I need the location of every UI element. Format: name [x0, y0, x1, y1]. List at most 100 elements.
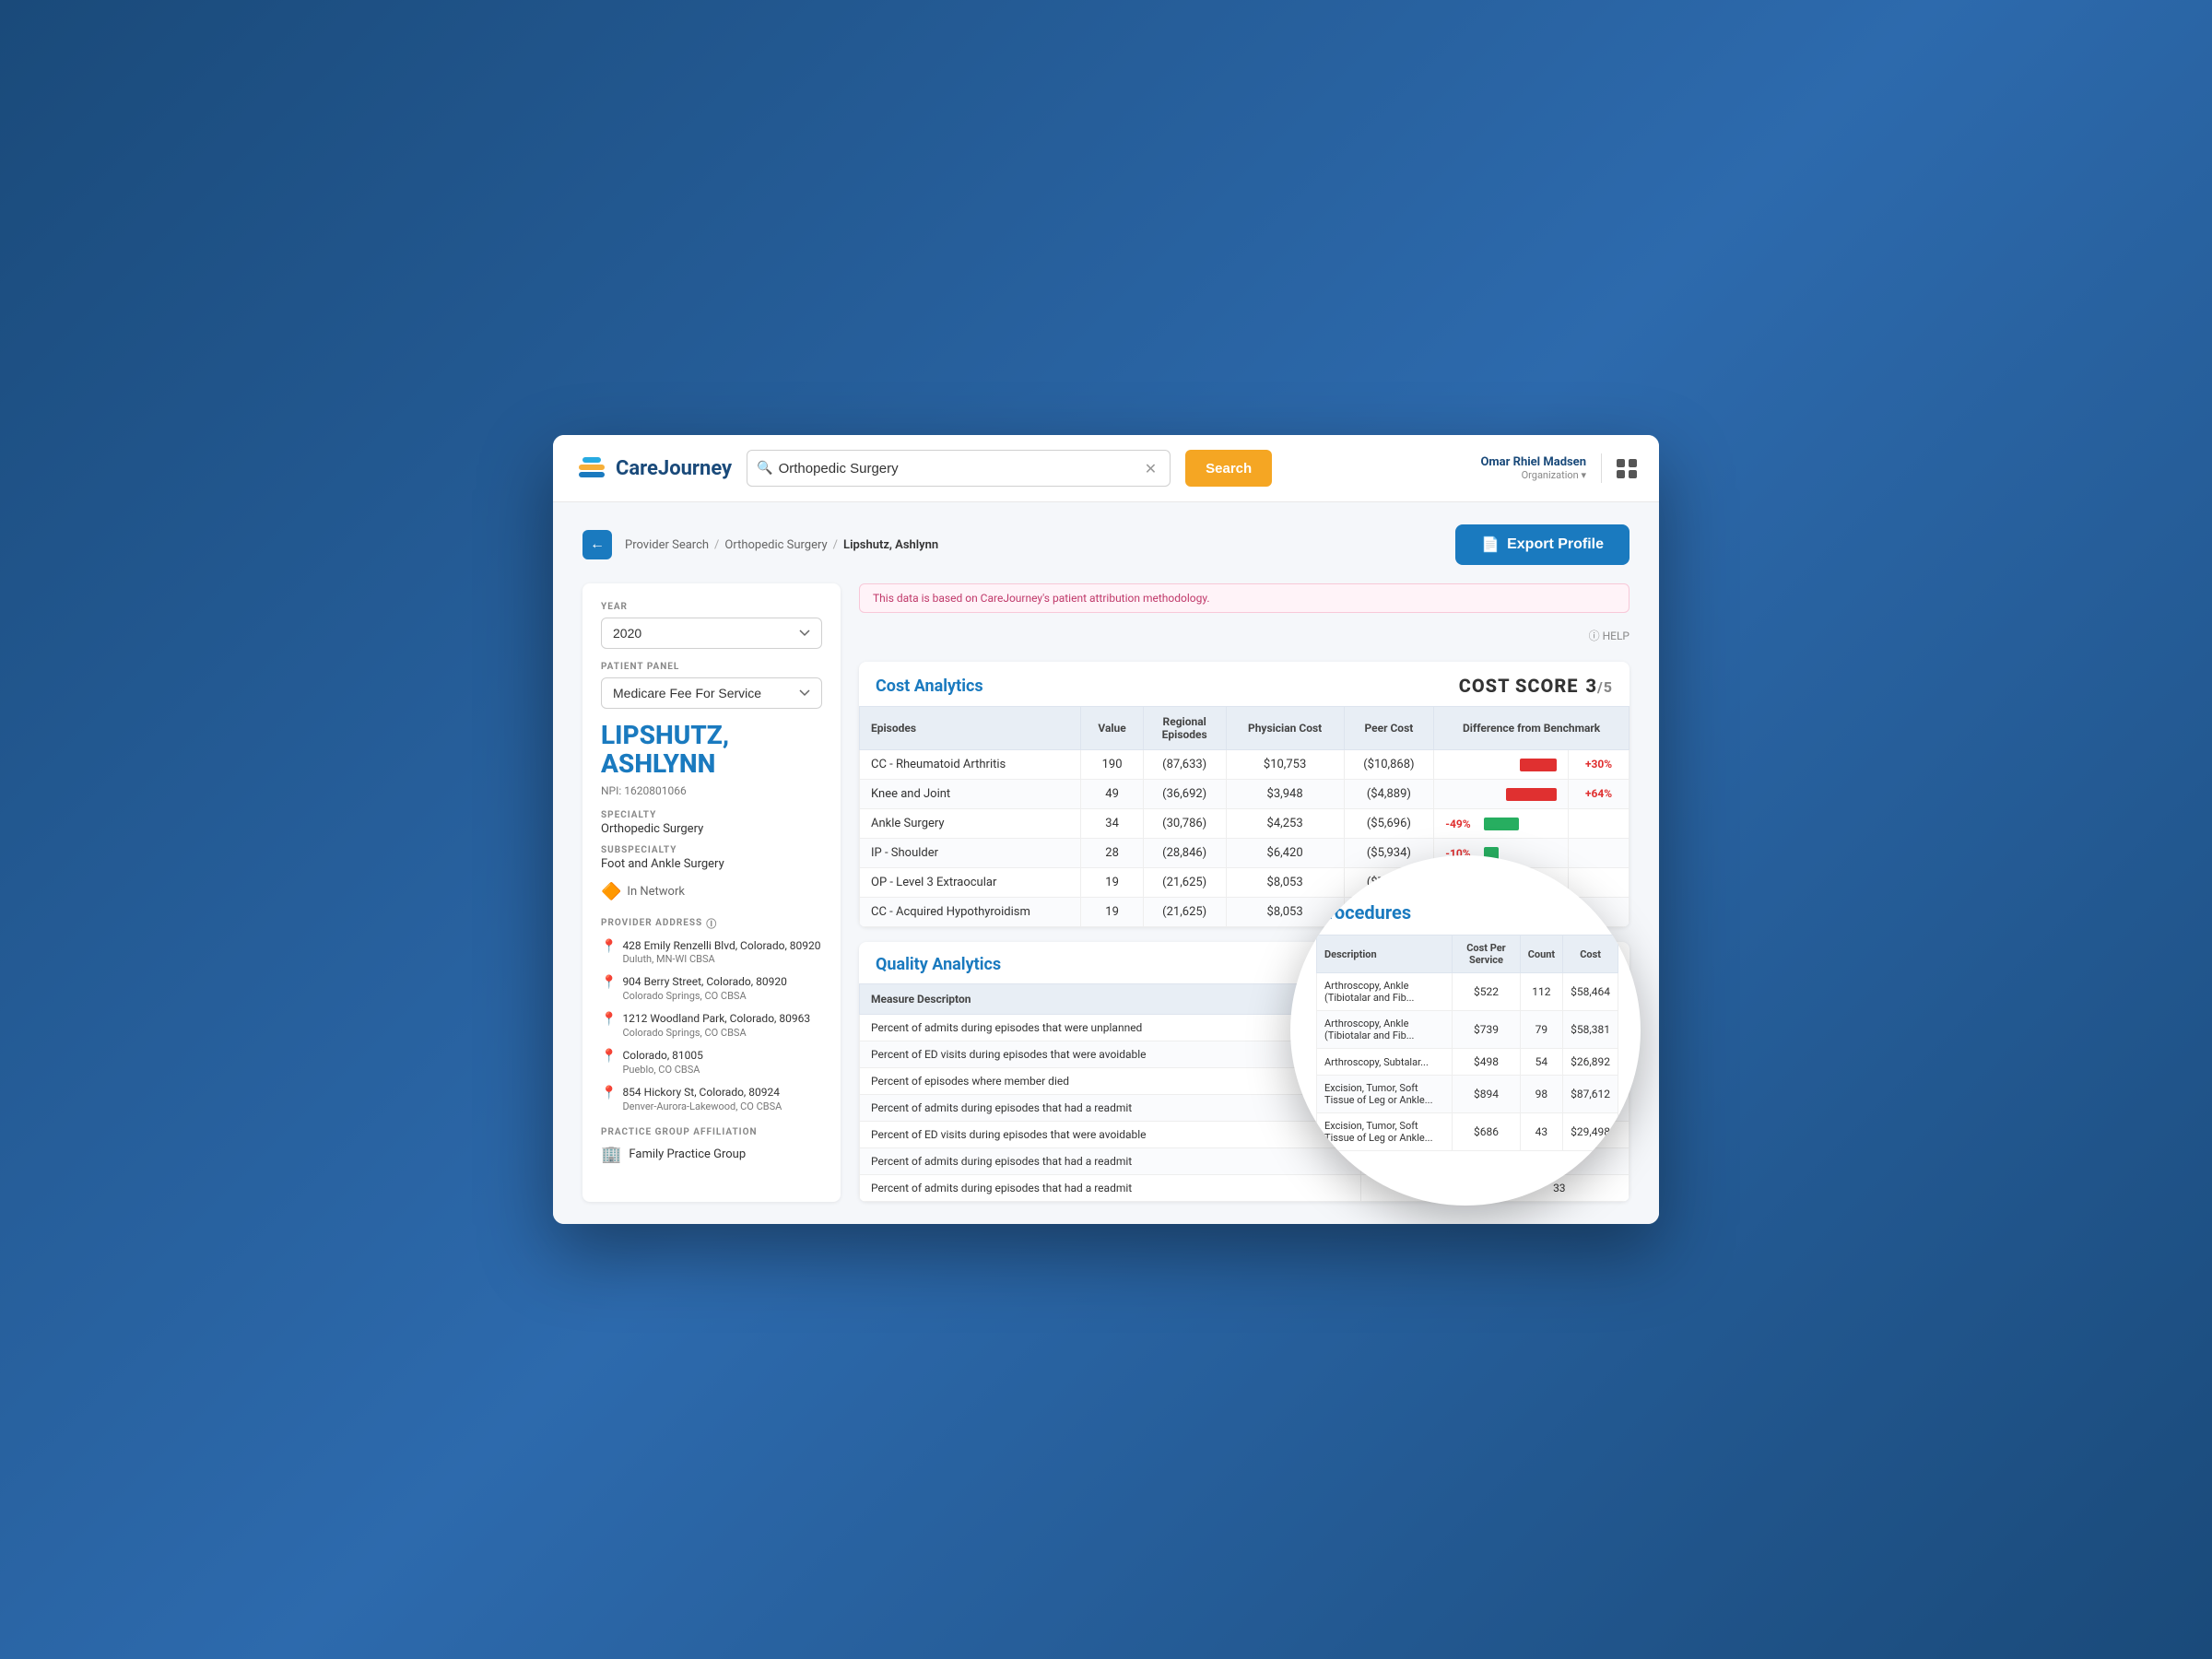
- physician-cost: $3,948: [1226, 780, 1344, 809]
- value: 28: [1081, 839, 1143, 868]
- physician-cost: $4,253: [1226, 809, 1344, 839]
- subspecialty-value: Foot and Ankle Surgery: [601, 857, 822, 871]
- user-name: Omar Rhiel Madsen: [1480, 455, 1586, 469]
- diff-pct: [1569, 839, 1630, 868]
- peer-cost: ($4,889): [1344, 780, 1434, 809]
- measure-text: Percent of admits during episodes that h…: [860, 1095, 1361, 1122]
- address-street: Colorado, 81005: [622, 1048, 702, 1064]
- value: 19: [1081, 898, 1143, 927]
- diff-bar-pos: [1484, 818, 1519, 830]
- header-right: Omar Rhiel Madsen Organization ▾: [1480, 453, 1637, 483]
- episode-name: Ankle Surgery: [860, 809, 1081, 839]
- year-select[interactable]: 2020: [601, 618, 822, 649]
- search-bar[interactable]: 🔍 ✕: [747, 450, 1171, 487]
- breadcrumb-specialty[interactable]: Orthopedic Surgery: [724, 538, 827, 552]
- col-count: Count: [1520, 935, 1562, 973]
- diff-bar-neg: [1520, 759, 1557, 771]
- logo[interactable]: CareJourney: [575, 452, 732, 485]
- physician-cost: $10,753: [1226, 750, 1344, 780]
- col-episodes: Episodes: [860, 707, 1081, 750]
- address-region: Duluth, MN-WI CBSA: [622, 953, 820, 965]
- col-cost: Cost: [1563, 935, 1618, 973]
- proc-cost: $87,612: [1563, 1076, 1618, 1113]
- value: 19: [1081, 868, 1143, 898]
- header: CareJourney 🔍 ✕ Search Omar Rhiel Madsen…: [553, 435, 1659, 502]
- proc-count: 112: [1520, 973, 1562, 1011]
- cost-score-value: 3: [1585, 675, 1597, 697]
- diff-bar-cell: -49%: [1434, 809, 1569, 839]
- peer-cost: ($5,696): [1344, 809, 1434, 839]
- proc-count: 43: [1520, 1113, 1562, 1151]
- measure-text: Percent of ED visits during episodes tha…: [860, 1122, 1361, 1148]
- help-link[interactable]: ⓘ HELP: [1589, 628, 1630, 643]
- practice-name: Family Practice Group: [629, 1147, 746, 1161]
- panel-select[interactable]: Medicare Fee For Service: [601, 677, 822, 709]
- col-diff: Difference from Benchmark: [1434, 707, 1630, 750]
- col-cost-per-service: Cost Per Service: [1453, 935, 1520, 973]
- breadcrumb-provider-search[interactable]: Provider Search: [625, 538, 709, 552]
- back-button[interactable]: ←: [582, 530, 612, 559]
- value: 34: [1081, 809, 1143, 839]
- network-badge: 🔶 In Network: [601, 882, 822, 901]
- physician-cost: $8,053: [1226, 868, 1344, 898]
- value: 190: [1081, 750, 1143, 780]
- regional: (30,786): [1143, 809, 1226, 839]
- breadcrumb-sep2: /: [833, 538, 838, 552]
- proc-count: 79: [1520, 1011, 1562, 1049]
- address-region: Denver-Aurora-Lakewood, CO CBSA: [622, 1100, 782, 1112]
- header-divider: [1601, 453, 1602, 483]
- grid-icon[interactable]: [1617, 459, 1637, 478]
- search-button[interactable]: Search: [1185, 450, 1272, 487]
- search-input[interactable]: [779, 461, 1145, 477]
- export-profile-button[interactable]: 📄 Export Profile: [1455, 524, 1630, 565]
- proc-description: Excision, Tumor, Soft Tissue of Leg or A…: [1317, 1113, 1453, 1151]
- procedures-table: Description Cost Per Service Count Cost …: [1316, 935, 1618, 1151]
- info-banner-text: This data is based on CareJourney's pati…: [873, 592, 1210, 605]
- table-row: Knee and Joint 49 (36,692) $3,948 ($4,88…: [860, 780, 1630, 809]
- user-org[interactable]: Organization ▾: [1480, 469, 1586, 481]
- address-section-label: PROVIDER ADDRESS ⓘ: [601, 916, 822, 931]
- measure-text: Percent of ED visits during episodes tha…: [860, 1041, 1361, 1068]
- col-measure: Measure Descripton: [860, 984, 1361, 1015]
- proc-description: Excision, Tumor, Soft Tissue of Leg or A…: [1317, 1076, 1453, 1113]
- proc-cost-per-service: $739: [1453, 1011, 1520, 1049]
- export-label: Export Profile: [1507, 536, 1604, 553]
- address-list: 📍 428 Emily Renzelli Blvd, Colorado, 809…: [601, 938, 822, 1112]
- specialty-label: SPECIALTY: [601, 810, 822, 820]
- address-icon: 📍: [601, 1049, 617, 1064]
- provider-npi: NPI: 1620801066: [601, 784, 822, 797]
- episode-name: OP - Level 3 Extraocular: [860, 868, 1081, 898]
- proc-cost-per-service: $686: [1453, 1113, 1520, 1151]
- address-region: Pueblo, CO CBSA: [622, 1064, 702, 1076]
- proc-description: Arthroscopy, Ankle (Tibiotalar and Fib..…: [1317, 1011, 1453, 1049]
- proc-description: Arthroscopy, Subtalar...: [1317, 1049, 1453, 1076]
- proc-cost: $58,464: [1563, 973, 1618, 1011]
- address-item: 📍 854 Hickory St, Colorado, 80924 Denver…: [601, 1085, 822, 1112]
- col-regional: RegionalEpisodes: [1143, 707, 1226, 750]
- address-icon: 📍: [601, 1012, 617, 1027]
- regional: (36,692): [1143, 780, 1226, 809]
- episode-name: CC - Rheumatoid Arthritis: [860, 750, 1081, 780]
- physician-cost: $6,420: [1226, 839, 1344, 868]
- regional: (87,633): [1143, 750, 1226, 780]
- procedures-title: Procedures: [1316, 901, 1618, 924]
- quality-analytics-title: Quality Analytics: [876, 955, 1001, 974]
- search-clear-icon[interactable]: ✕: [1145, 460, 1157, 477]
- network-icon: 🔶: [601, 882, 621, 901]
- cost-score-total: /5: [1597, 678, 1613, 696]
- address-icon: 📍: [601, 939, 617, 954]
- subspecialty-label: SUBSPECIALTY: [601, 845, 822, 855]
- col-peer-cost: Peer Cost: [1344, 707, 1434, 750]
- proc-count: 98: [1520, 1076, 1562, 1113]
- table-row: Arthroscopy, Ankle (Tibiotalar and Fib..…: [1317, 1011, 1618, 1049]
- specialty-value: Orthopedic Surgery: [601, 822, 822, 836]
- cost-analytics-header: Cost Analytics COST SCORE 3/5: [859, 662, 1630, 706]
- address-item: 📍 904 Berry Street, Colorado, 80920 Colo…: [601, 974, 822, 1002]
- panel-label: PATIENT PANEL: [601, 662, 822, 672]
- regional: (28,846): [1143, 839, 1226, 868]
- cost-score-label: COST SCORE 3/5: [1459, 682, 1613, 695]
- proc-count: 54: [1520, 1049, 1562, 1076]
- table-row: CC - Rheumatoid Arthritis 190 (87,633) $…: [860, 750, 1630, 780]
- proc-cost: $26,892: [1563, 1049, 1618, 1076]
- diff-pct: +64%: [1569, 780, 1630, 809]
